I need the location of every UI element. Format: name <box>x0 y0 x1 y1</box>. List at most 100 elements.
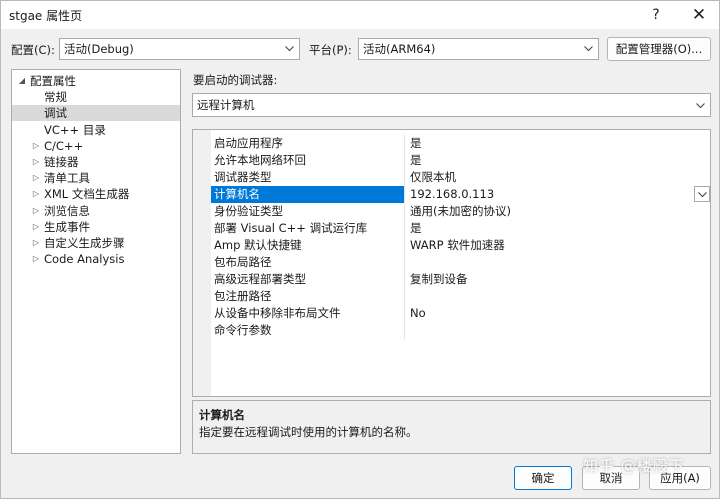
collapsed-icon[interactable]: ▷ <box>31 219 41 235</box>
tree-item-label: 调试 <box>44 106 67 120</box>
column-divider <box>404 322 405 339</box>
property-name: 调试器类型 <box>214 170 272 184</box>
property-name: 计算机名 <box>211 186 404 203</box>
tree-item-label: 自定义生成步骤 <box>44 236 125 250</box>
property-value[interactable]: 复制到设备 <box>410 271 690 288</box>
column-divider <box>404 305 405 322</box>
platform-value: 活动(ARM64) <box>363 42 436 56</box>
tree-item-linker[interactable]: ▷ 链接器 <box>12 154 180 170</box>
collapsed-icon[interactable]: ▷ <box>31 154 41 170</box>
ok-button[interactable]: 确定 <box>514 466 572 490</box>
tree-item-manifest-tool[interactable]: ▷ 清单工具 <box>12 170 180 186</box>
title-bar: stgae 属性页 ? ✕ <box>1 1 719 29</box>
collapsed-icon[interactable]: ▷ <box>31 138 41 154</box>
watermark: 知乎 @楼殿下 <box>583 457 685 475</box>
chevron-down-icon <box>285 46 294 52</box>
property-name: 包注册路径 <box>214 289 272 303</box>
tree-item-vc-directories[interactable]: VC++ 目录 <box>12 122 180 138</box>
column-divider <box>404 186 405 203</box>
property-tree: ◢ 配置属性 常规 调试 VC++ 目录 ▷ C/C++ ▷ 链接器 ▷ 清单工… <box>11 69 181 454</box>
property-value[interactable]: 是 <box>410 220 690 237</box>
property-value[interactable]: 是 <box>410 152 690 169</box>
description-panel: 计算机名 指定要在远程调试时使用的计算机的名称。 <box>192 400 711 454</box>
property-name: Amp 默认快捷键 <box>214 238 302 252</box>
tree-item-xml-doc-generator[interactable]: ▷ XML 文档生成器 <box>12 186 180 202</box>
debugger-value: 远程计算机 <box>197 98 255 112</box>
column-divider <box>404 220 405 237</box>
column-divider <box>404 152 405 169</box>
property-name: 允许本地网络环回 <box>214 153 306 167</box>
configuration-manager-button[interactable]: 配置管理器(O)... <box>607 37 711 61</box>
property-value[interactable]: 仅限本机 <box>410 169 690 186</box>
column-divider <box>404 254 405 271</box>
tree-item-label: 生成事件 <box>44 220 90 234</box>
property-name: 部署 Visual C++ 调试运行库 <box>214 221 368 235</box>
tree-item-code-analysis[interactable]: ▷ Code Analysis <box>12 251 180 267</box>
debugger-label: 要启动的调试器: <box>193 73 278 87</box>
property-name: 从设备中移除非布局文件 <box>214 306 341 320</box>
property-row[interactable]: Amp 默认快捷键 WARP 软件加速器 <box>211 237 710 254</box>
tree-item-config-properties[interactable]: ◢ 配置属性 <box>12 73 180 89</box>
help-icon[interactable]: ? <box>638 1 674 29</box>
property-grid: 启动应用程序 是 允许本地网络环回 是 调试器类型 仅限本机 计算机名 192.… <box>192 129 711 397</box>
tree-item-c-cpp[interactable]: ▷ C/C++ <box>12 138 180 154</box>
property-name: 包布局路径 <box>214 255 272 269</box>
tree-item-general[interactable]: 常规 <box>12 89 180 105</box>
property-row[interactable]: 允许本地网络环回 是 <box>211 152 710 169</box>
configuration-dropdown[interactable]: 活动(Debug) <box>59 38 300 60</box>
tree-item-custom-build-step[interactable]: ▷ 自定义生成步骤 <box>12 235 180 251</box>
chevron-down-icon <box>696 103 705 109</box>
tree-item-label: 链接器 <box>44 155 79 169</box>
property-row[interactable]: 包布局路径 <box>211 254 710 271</box>
config-label: 配置(C): <box>11 43 55 57</box>
property-row[interactable]: 调试器类型 仅限本机 <box>211 169 710 186</box>
property-row[interactable]: 包注册路径 <box>211 288 710 305</box>
property-row[interactable]: 命令行参数 <box>211 322 710 339</box>
column-divider <box>404 203 405 220</box>
property-row-selected[interactable]: 计算机名 192.168.0.113 <box>211 186 710 203</box>
chevron-down-icon <box>698 192 707 198</box>
tree-item-label: 浏览信息 <box>44 204 90 218</box>
column-divider <box>404 135 405 152</box>
column-divider <box>404 237 405 254</box>
property-row[interactable]: 启动应用程序 是 <box>211 135 710 152</box>
collapsed-icon[interactable]: ▷ <box>31 170 41 186</box>
column-divider <box>404 169 405 186</box>
tree-item-label: 清单工具 <box>44 171 90 185</box>
property-value[interactable]: 是 <box>410 135 690 152</box>
window-title: stgae 属性页 <box>9 9 83 23</box>
property-value[interactable]: No <box>410 305 690 322</box>
tree-item-label: Code Analysis <box>44 252 125 266</box>
collapsed-icon[interactable]: ▷ <box>31 251 41 267</box>
collapsed-icon[interactable]: ▷ <box>31 235 41 251</box>
property-name: 高级远程部署类型 <box>214 272 306 286</box>
property-row[interactable]: 部署 Visual C++ 调试运行库 是 <box>211 220 710 237</box>
tree-item-label: XML 文档生成器 <box>44 187 130 201</box>
collapsed-icon[interactable]: ▷ <box>31 186 41 202</box>
tree-item-build-events[interactable]: ▷ 生成事件 <box>12 219 180 235</box>
column-divider <box>404 271 405 288</box>
column-divider <box>404 288 405 305</box>
property-value[interactable]: 通用(未加密的协议) <box>410 203 690 220</box>
tree-item-label: 配置属性 <box>30 74 76 88</box>
chevron-down-icon <box>584 46 593 52</box>
collapsed-icon[interactable]: ▷ <box>31 203 41 219</box>
tree-item-browse-info[interactable]: ▷ 浏览信息 <box>12 203 180 219</box>
property-row[interactable]: 从设备中移除非布局文件 No <box>211 305 710 322</box>
platform-dropdown[interactable]: 活动(ARM64) <box>358 38 599 60</box>
tree-item-debugging[interactable]: 调试 <box>12 105 180 121</box>
property-pages-window: stgae 属性页 ? ✕ 配置(C): 活动(Debug) 平台(P): 活动… <box>0 0 720 499</box>
tree-item-label: C/C++ <box>44 139 84 153</box>
expanded-icon[interactable]: ◢ <box>17 73 27 89</box>
description-title: 计算机名 <box>199 408 245 422</box>
close-icon[interactable]: ✕ <box>681 1 717 29</box>
configuration-value: 活动(Debug) <box>64 42 134 56</box>
property-name: 身份验证类型 <box>214 204 283 218</box>
property-row[interactable]: 身份验证类型 通用(未加密的协议) <box>211 203 710 220</box>
property-value-input[interactable]: 192.168.0.113 <box>410 186 690 203</box>
debugger-dropdown[interactable]: 远程计算机 <box>192 93 711 117</box>
property-value[interactable]: WARP 软件加速器 <box>410 237 690 254</box>
value-dropdown-button[interactable] <box>694 186 710 202</box>
property-row[interactable]: 高级远程部署类型 复制到设备 <box>211 271 710 288</box>
description-text: 指定要在远程调试时使用的计算机的名称。 <box>199 425 418 439</box>
